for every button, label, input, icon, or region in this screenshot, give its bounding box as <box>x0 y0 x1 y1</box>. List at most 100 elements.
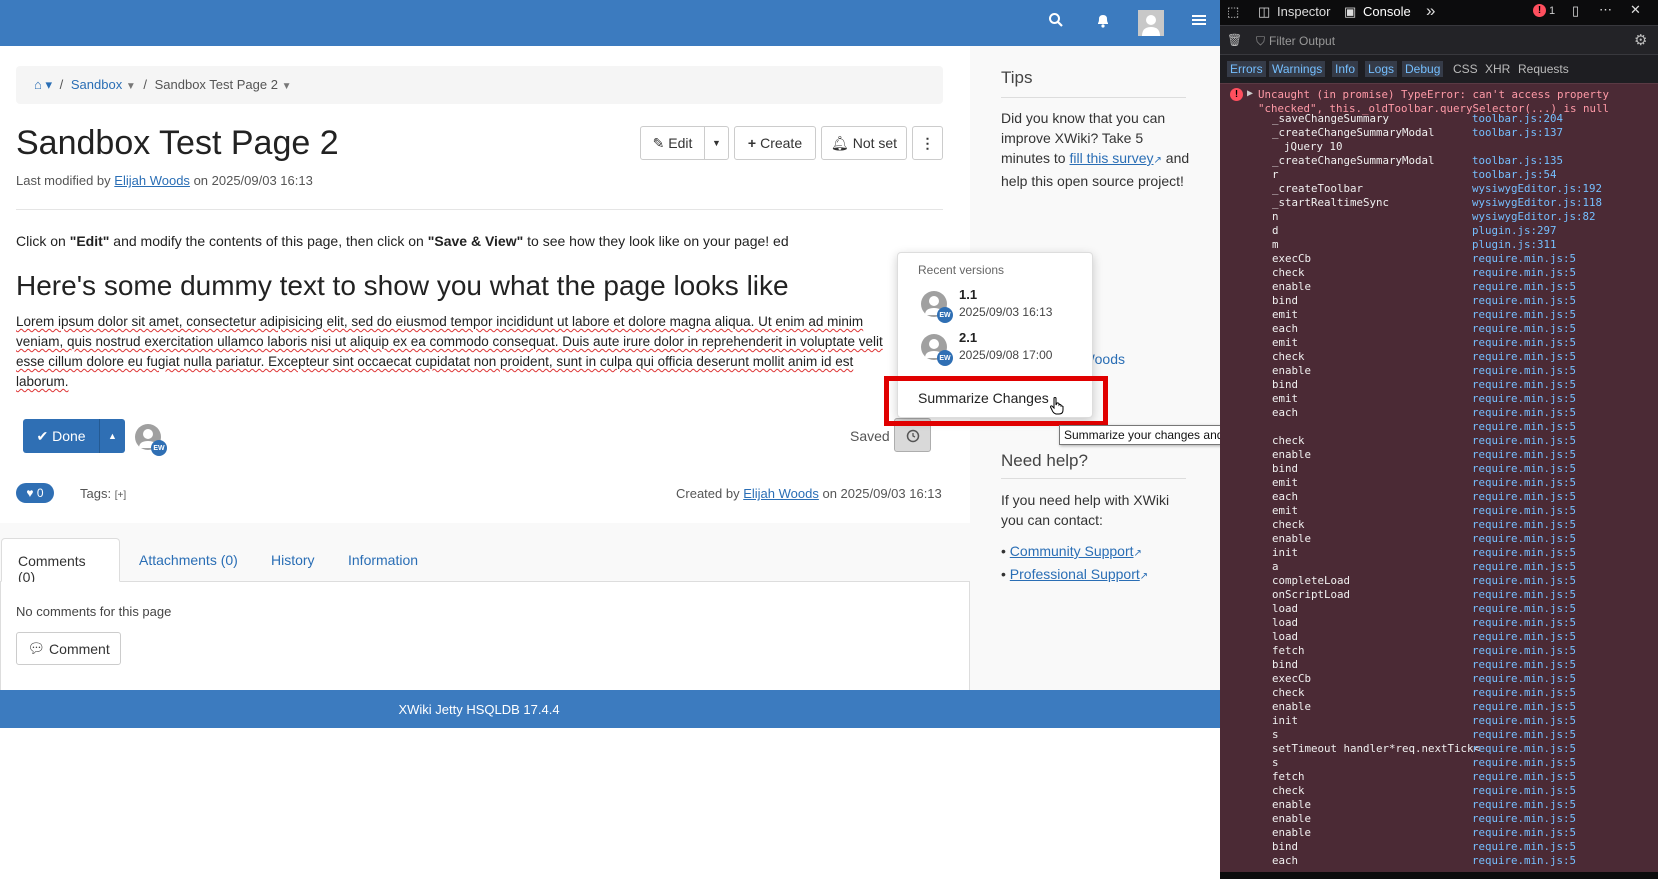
filter-warnings[interactable]: Warnings <box>1269 61 1326 77</box>
stack-frame-location-link[interactable]: require.min.js:5 <box>1472 504 1576 518</box>
edit-dropdown-button[interactable]: ▼ <box>704 126 729 160</box>
stack-frame-location-link[interactable]: require.min.js:5 <box>1472 574 1576 588</box>
stack-frame-location-link[interactable]: require.min.js:5 <box>1472 252 1576 266</box>
stack-frame-location-link[interactable]: require.min.js:5 <box>1472 420 1576 434</box>
stack-frame-location-link[interactable]: require.min.js:5 <box>1472 756 1576 770</box>
more-tabs-icon[interactable]: » <box>1426 1 1435 21</box>
stack-frame-location-link[interactable]: toolbar.js:204 <box>1472 112 1563 126</box>
filter-errors[interactable]: Errors <box>1227 61 1266 77</box>
stack-frame-location-link[interactable]: require.min.js:5 <box>1472 812 1576 826</box>
community-support-link[interactable]: Community Support <box>1010 543 1134 559</box>
stack-frame-location-link[interactable]: require.min.js:5 <box>1472 686 1576 700</box>
stack-frame-location-link[interactable]: require.min.js:5 <box>1472 854 1576 868</box>
stack-frame-location-link[interactable]: toolbar.js:54 <box>1472 168 1557 182</box>
stack-frame-location-link[interactable]: require.min.js:5 <box>1472 406 1576 420</box>
stack-frame-location-link[interactable]: wysiwygEditor.js:118 <box>1472 196 1602 210</box>
created-by-user-link[interactable]: Elijah Woods <box>743 486 819 501</box>
stack-frame-location-link[interactable]: require.min.js:5 <box>1472 588 1576 602</box>
stack-frame-location-link[interactable]: require.min.js:5 <box>1472 364 1576 378</box>
chevron-down-icon[interactable]: ▼ <box>126 81 136 92</box>
stack-frame-location-link[interactable]: require.min.js:5 <box>1472 476 1576 490</box>
console-input-bar[interactable] <box>1220 872 1658 879</box>
stack-frame-location-link[interactable]: require.min.js:5 <box>1472 770 1576 784</box>
stack-frame-location-link[interactable]: require.min.js:5 <box>1472 728 1576 742</box>
stack-frame-location-link[interactable]: require.min.js:5 <box>1472 518 1576 532</box>
stack-frame-location-link[interactable]: plugin.js:311 <box>1472 238 1557 252</box>
stack-frame-location-link[interactable]: require.min.js:5 <box>1472 700 1576 714</box>
stack-frame-location-link[interactable]: require.min.js:5 <box>1472 840 1576 854</box>
filter-logs[interactable]: Logs <box>1365 61 1398 77</box>
filter-debug[interactable]: Debug <box>1402 61 1444 77</box>
filter-xhr[interactable]: XHR <box>1485 62 1510 76</box>
stack-frame-location-link[interactable]: require.min.js:5 <box>1472 266 1576 280</box>
stack-frame-location-link[interactable]: require.min.js:5 <box>1472 280 1576 294</box>
stack-frame-location-link[interactable]: require.min.js:5 <box>1472 294 1576 308</box>
stack-frame-location-link[interactable]: toolbar.js:135 <box>1472 154 1563 168</box>
home-icon[interactable]: ⌂ ▾ <box>34 77 52 92</box>
stack-frame-location-link[interactable]: require.min.js:5 <box>1472 448 1576 462</box>
create-button[interactable]: + Create <box>734 126 816 160</box>
stack-frame-location-link[interactable]: require.min.js:5 <box>1472 714 1576 728</box>
stack-frame-location-link[interactable]: require.min.js:5 <box>1472 350 1576 364</box>
stack-frame-location-link[interactable]: require.min.js:5 <box>1472 462 1576 476</box>
stack-frame-location-link[interactable]: wysiwygEditor.js:192 <box>1472 182 1602 196</box>
stack-frame-location-link[interactable]: wysiwygEditor.js:82 <box>1472 210 1596 224</box>
search-icon[interactable] <box>1048 12 1064 33</box>
stack-frame-location-link[interactable]: require.min.js:5 <box>1472 434 1576 448</box>
stack-frame-location-link[interactable]: require.min.js:5 <box>1472 336 1576 350</box>
last-modified-user-link[interactable]: Elijah Woods <box>114 173 190 188</box>
error-icon[interactable]: ! <box>1533 4 1546 17</box>
watch-button[interactable]: 🔔︎ Not set <box>821 126 907 160</box>
version-item[interactable]: EW 1.1 2025/09/03 16:13 <box>898 283 1092 327</box>
stack-frame-location-link[interactable]: require.min.js:5 <box>1472 546 1576 560</box>
user-icon[interactable] <box>1138 10 1164 36</box>
tab-history[interactable]: History <box>255 538 331 582</box>
stack-frame-location-link[interactable]: require.min.js:5 <box>1472 616 1576 630</box>
tab-attachments[interactable]: Attachments (0) <box>123 538 254 582</box>
hamburger-icon[interactable] <box>1191 12 1207 33</box>
stack-frame-location-link[interactable]: require.min.js:5 <box>1472 644 1576 658</box>
stack-frame-location-link[interactable]: require.min.js:5 <box>1472 672 1576 686</box>
version-item[interactable]: EW 2.1 2025/09/08 17:00 <box>898 326 1092 370</box>
bell-icon[interactable] <box>1095 12 1111 33</box>
chevron-down-icon[interactable]: ▼ <box>282 81 292 92</box>
stack-frame-location-link[interactable]: require.min.js:5 <box>1472 798 1576 812</box>
close-icon[interactable]: ✕ <box>1630 2 1641 18</box>
more-actions-button[interactable]: ⋮ <box>912 126 943 160</box>
stack-frame-location-link[interactable]: require.min.js:5 <box>1472 322 1576 336</box>
filter-info[interactable]: Info <box>1332 61 1359 77</box>
filter-requests[interactable]: Requests <box>1518 62 1569 76</box>
filter-css[interactable]: CSS <box>1453 62 1478 76</box>
stack-frame-location-link[interactable]: require.min.js:5 <box>1472 658 1576 672</box>
responsive-mode-icon[interactable]: ▯ <box>1572 3 1579 19</box>
element-picker-icon[interactable]: ⬚ <box>1227 4 1239 20</box>
done-button[interactable]: ✔ Done ▲ <box>23 419 125 453</box>
tab-inspector[interactable]: Inspector <box>1277 4 1330 19</box>
comment-button[interactable]: 💬︎ Comment <box>16 632 121 665</box>
stack-frame-location-link[interactable]: toolbar.js:137 <box>1472 126 1563 140</box>
add-tag-link[interactable]: [+] <box>115 490 126 501</box>
expand-arrow-icon[interactable]: ▶ <box>1247 88 1253 99</box>
survey-link[interactable]: fill this survey <box>1069 150 1153 166</box>
caret-up-icon[interactable]: ▲ <box>100 431 125 441</box>
stack-frame-location-link[interactable]: plugin.js:297 <box>1472 224 1557 238</box>
stack-frame-location-link[interactable]: require.min.js:5 <box>1472 742 1576 756</box>
stack-frame-location-link[interactable]: require.min.js:5 <box>1472 490 1576 504</box>
stack-frame-location-link[interactable]: require.min.js:5 <box>1472 630 1576 644</box>
lorem-paragraph[interactable]: Lorem ipsum dolor sit amet, consectetur … <box>16 312 896 392</box>
stack-frame-location-link[interactable]: require.min.js:5 <box>1472 378 1576 392</box>
stack-frame-location-link[interactable]: require.min.js:5 <box>1472 602 1576 616</box>
tab-console[interactable]: Console <box>1363 4 1411 19</box>
breadcrumb-sandbox[interactable]: Sandbox <box>71 77 122 92</box>
stack-frame-location-link[interactable]: require.min.js:5 <box>1472 532 1576 546</box>
like-button[interactable]: ♥ 0 <box>16 483 54 503</box>
tab-comments[interactable]: Comments (0) <box>1 538 120 585</box>
edit-button[interactable]: ✎ Edit <box>640 126 705 160</box>
stack-frame-location-link[interactable]: require.min.js:5 <box>1472 392 1576 406</box>
gear-icon[interactable]: ⚙ <box>1634 31 1647 49</box>
trash-icon[interactable]: 🗑︎ <box>1227 33 1242 47</box>
more-options-icon[interactable]: ⋯ <box>1599 2 1612 18</box>
professional-support-link[interactable]: Professional Support <box>1010 566 1140 582</box>
stack-frame-location-link[interactable]: require.min.js:5 <box>1472 784 1576 798</box>
stack-frame-location-link[interactable]: require.min.js:5 <box>1472 560 1576 574</box>
